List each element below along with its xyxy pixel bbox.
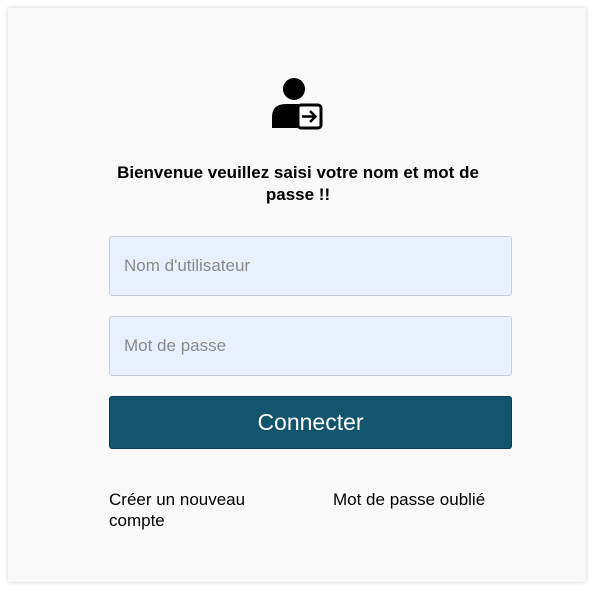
connect-button[interactable]: Connecter bbox=[109, 396, 512, 449]
user-login-icon bbox=[272, 78, 323, 130]
username-input[interactable] bbox=[109, 236, 512, 296]
forgot-password-link[interactable]: Mot de passe oublié bbox=[333, 489, 493, 510]
login-card: Bienvenue veuillez saisi votre nom et mo… bbox=[8, 8, 586, 582]
welcome-message: Bienvenue veuillez saisi votre nom et mo… bbox=[117, 163, 479, 204]
password-input[interactable] bbox=[109, 316, 512, 376]
create-account-link[interactable]: Créer un nouveau compte bbox=[109, 489, 269, 531]
